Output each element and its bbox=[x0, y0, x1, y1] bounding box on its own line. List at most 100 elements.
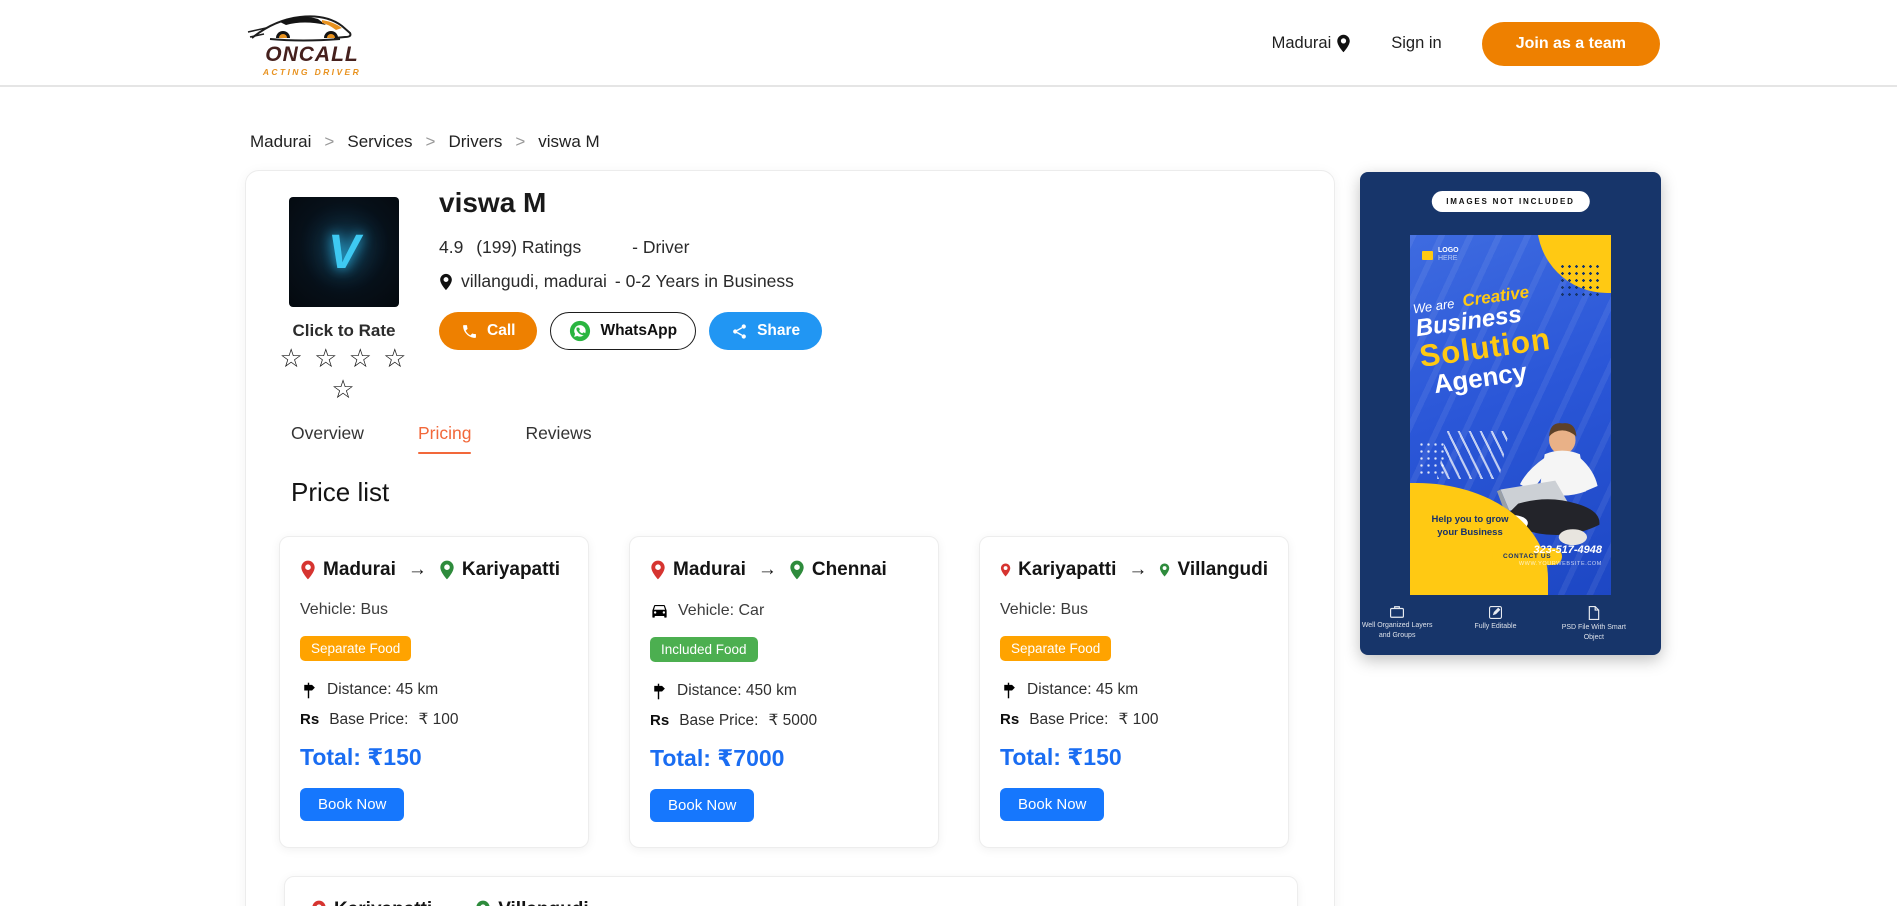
destination-pin-icon bbox=[439, 560, 455, 580]
total-value: ₹150 bbox=[367, 744, 421, 770]
price-card: Madurai → Chennai Vehicle: Car Included … bbox=[629, 536, 939, 848]
share-button[interactable]: Share bbox=[709, 312, 822, 350]
sign-in-link[interactable]: Sign in bbox=[1391, 34, 1441, 53]
breadcrumb-services[interactable]: Services bbox=[347, 132, 412, 152]
breadcrumb-separator: > bbox=[515, 132, 525, 152]
book-now-button[interactable]: Book Now bbox=[300, 788, 404, 821]
promo-poster: LOGO HERE We are Creative Business Solut… bbox=[1410, 235, 1611, 595]
feature-psd: PSD File With Smart Object bbox=[1557, 606, 1631, 643]
profile-tabs: Overview Pricing Reviews bbox=[291, 423, 592, 454]
base-price-label: Base Price: bbox=[329, 711, 408, 729]
rate-star-3[interactable]: ☆ bbox=[349, 343, 374, 373]
city-selector[interactable]: Madurai bbox=[1272, 34, 1352, 53]
distance-text: Distance: 450 km bbox=[677, 682, 797, 700]
price-card: Kariyapatti → Villangudi Vehicle: Bus Se… bbox=[979, 536, 1289, 848]
help-line1: Help you to grow bbox=[1422, 514, 1518, 526]
breadcrumb-drivers[interactable]: Drivers bbox=[448, 132, 502, 152]
poster-logo: LOGO HERE bbox=[1422, 247, 1459, 264]
signpost-icon bbox=[1000, 682, 1017, 699]
feature-editable: Fully Editable bbox=[1458, 606, 1532, 643]
rate-star-1[interactable]: ☆ bbox=[280, 343, 305, 373]
driver-location-line: villangudi, madurai - 0-2 Years in Busin… bbox=[439, 271, 794, 292]
whatsapp-button-label: WhatsApp bbox=[600, 322, 677, 340]
rupee-icon: Rs bbox=[300, 711, 319, 728]
food-badge: Included Food bbox=[650, 637, 758, 662]
base-price-label: Base Price: bbox=[1029, 711, 1108, 729]
base-price-value: ₹ 5000 bbox=[768, 711, 817, 730]
tab-pricing[interactable]: Pricing bbox=[418, 423, 472, 454]
tab-reviews[interactable]: Reviews bbox=[525, 423, 591, 454]
book-now-button[interactable]: Book Now bbox=[650, 789, 754, 822]
poster-headline: We are Creative Business Solution Agency bbox=[1412, 276, 1585, 401]
driver-avatar: V bbox=[289, 197, 399, 307]
signpost-icon bbox=[650, 683, 667, 700]
car-logo-icon bbox=[246, 8, 358, 48]
rate-star-5[interactable]: ☆ bbox=[331, 374, 356, 404]
header: ONCALL ACTING DRIVER Madurai Sign in Joi… bbox=[0, 0, 1897, 87]
route-arrow-icon: → bbox=[408, 559, 427, 581]
route-to: Chennai bbox=[812, 559, 887, 581]
phone-icon bbox=[461, 323, 478, 340]
call-button-label: Call bbox=[487, 322, 515, 340]
route-from: Kariyapatti bbox=[334, 899, 432, 906]
base-price-value: ₹ 100 bbox=[418, 710, 458, 729]
share-nodes-icon bbox=[731, 323, 748, 340]
vehicle-line: Vehicle: Car bbox=[650, 601, 918, 620]
location-pin-icon bbox=[1336, 34, 1351, 53]
feature-layers: Well Organized Layers and Groups bbox=[1360, 606, 1434, 643]
click-to-rate-label[interactable]: Click to Rate bbox=[264, 321, 424, 341]
route-header: Kariyapatti → Villangudi bbox=[311, 899, 1271, 906]
total-price: Total: ₹7000 bbox=[650, 745, 918, 772]
rupee-icon: Rs bbox=[650, 712, 669, 729]
price-cards-row: Madurai → Kariyapatti Vehicle: Bus Separ… bbox=[279, 536, 1289, 848]
share-button-label: Share bbox=[757, 322, 800, 340]
driver-profile-panel: V Click to Rate ☆ ☆ ☆ ☆ ☆ viswa M 4.9 (1… bbox=[245, 170, 1335, 906]
route-header: Madurai → Chennai bbox=[650, 559, 918, 581]
route-header: Kariyapatti → Villangudi bbox=[1000, 559, 1268, 581]
feature-label: PSD File With Smart Object bbox=[1557, 623, 1631, 643]
header-right: Madurai Sign in Join as a team bbox=[1272, 0, 1660, 87]
vehicle-line: Vehicle: Bus bbox=[300, 601, 568, 619]
feature-label: Well Organized Layers and Groups bbox=[1360, 621, 1434, 641]
origin-pin-icon bbox=[311, 900, 327, 906]
base-price-value: ₹ 100 bbox=[1118, 710, 1158, 729]
car-icon bbox=[650, 601, 669, 620]
destination-pin-icon bbox=[475, 900, 491, 906]
driver-experience-text: - 0-2 Years in Business bbox=[615, 271, 794, 292]
logo-oncall[interactable]: ONCALL ACTING DRIVER bbox=[246, 8, 378, 77]
distance-text: Distance: 45 km bbox=[1027, 681, 1138, 699]
breadcrumb-separator: > bbox=[426, 132, 436, 152]
breadcrumb-current-page: viswa M bbox=[538, 132, 599, 152]
logo-tagline-text: ACTING DRIVER bbox=[246, 67, 378, 77]
promo-banner: IMAGES NOT INCLUDED LOGO HERE We are Cre… bbox=[1360, 172, 1661, 655]
signpost-icon bbox=[300, 682, 317, 699]
driver-location-text: villangudi, madurai bbox=[461, 271, 607, 292]
rate-star-2[interactable]: ☆ bbox=[314, 343, 339, 373]
breadcrumb-madurai[interactable]: Madurai bbox=[250, 132, 311, 152]
base-price-line: Rs Base Price: ₹ 100 bbox=[1000, 710, 1268, 729]
feature-label: Fully Editable bbox=[1458, 622, 1532, 632]
join-as-team-button[interactable]: Join as a team bbox=[1482, 22, 1660, 66]
poster-website: WWW.YOURWEBSITE.COM bbox=[1519, 561, 1602, 567]
route-from: Madurai bbox=[673, 559, 746, 581]
base-price-label: Base Price: bbox=[679, 712, 758, 730]
book-now-button[interactable]: Book Now bbox=[1000, 788, 1104, 821]
poster-logo-line1: LOGO bbox=[1438, 247, 1459, 255]
images-not-included-ribbon: IMAGES NOT INCLUDED bbox=[1431, 191, 1589, 212]
rating-value: 4.9 bbox=[439, 237, 463, 257]
total-label: Total: bbox=[1000, 744, 1061, 770]
rate-star-4[interactable]: ☆ bbox=[383, 343, 408, 373]
origin-pin-icon bbox=[650, 560, 666, 580]
distance-text: Distance: 45 km bbox=[327, 681, 438, 699]
food-badge: Separate Food bbox=[1000, 636, 1111, 661]
price-card: Madurai → Kariyapatti Vehicle: Bus Separ… bbox=[279, 536, 589, 848]
whatsapp-button[interactable]: WhatsApp bbox=[550, 312, 696, 350]
city-selector-label: Madurai bbox=[1272, 34, 1332, 53]
call-button[interactable]: Call bbox=[439, 312, 537, 350]
poster-logo-icon bbox=[1422, 251, 1433, 260]
briefcase-icon bbox=[1390, 606, 1404, 618]
base-price-line: Rs Base Price: ₹ 5000 bbox=[650, 711, 918, 730]
tab-overview[interactable]: Overview bbox=[291, 423, 364, 454]
destination-pin-icon bbox=[1159, 560, 1170, 580]
profile-actions: Call WhatsApp Share bbox=[439, 312, 822, 350]
